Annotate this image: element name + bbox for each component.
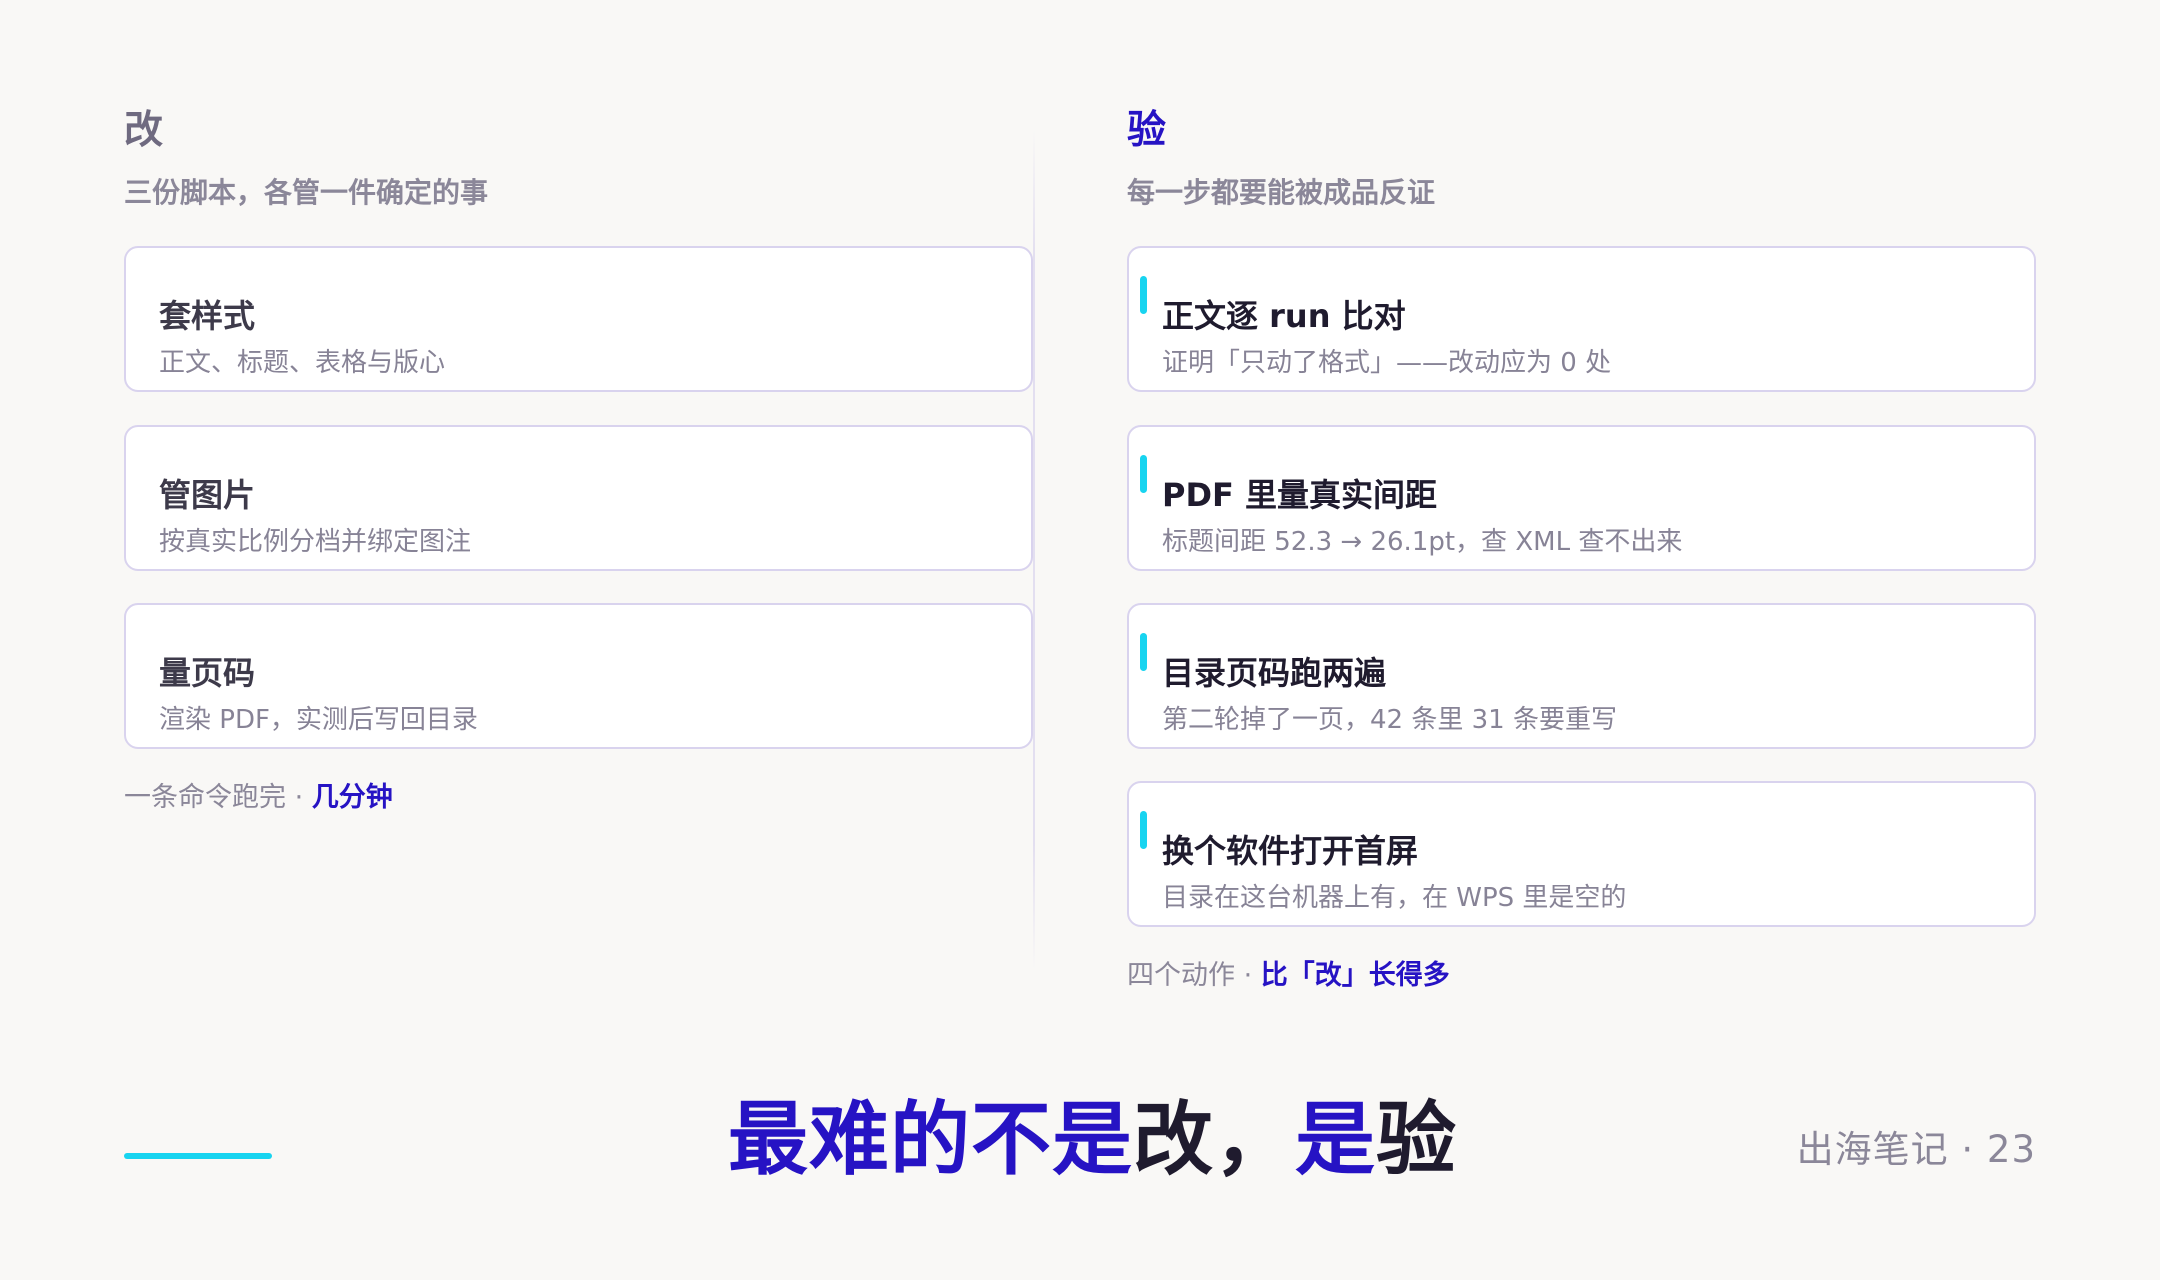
card-accent-bar: [1140, 811, 1147, 849]
accent-underline: [124, 1153, 272, 1159]
left-card-pages: 量页码 渲染 PDF，实测后写回目录: [124, 603, 1033, 749]
card-title: PDF 里量真实间距: [1162, 476, 1438, 514]
left-column-subtitle: 三份脚本，各管一件确定的事: [124, 176, 489, 209]
right-footer-highlight: 比「改」长得多: [1260, 960, 1450, 991]
card-desc: 证明「只动了格式」——改动应为 0 处: [1162, 348, 1612, 378]
right-footer-prefix: 四个动作 ·: [1127, 960, 1261, 991]
card-title: 量页码: [159, 654, 256, 692]
card-accent-bar: [1140, 276, 1147, 314]
card-accent-bar: [1140, 633, 1147, 671]
left-footer-prefix: 一条命令跑完 ·: [124, 782, 312, 813]
card-desc: 渲染 PDF，实测后写回目录: [159, 705, 478, 735]
column-divider: [1033, 130, 1035, 970]
card-title: 目录页码跑两遍: [1162, 654, 1387, 692]
right-column-footer: 四个动作 · 比「改」长得多: [1127, 958, 1450, 994]
headline-part-2: 改，: [1133, 1093, 1295, 1186]
card-desc: 按真实比例分档并绑定图注: [159, 527, 472, 557]
card-title: 正文逐 run 比对: [1162, 297, 1406, 335]
slide-headline: 最难的不是改，是验: [728, 1090, 1457, 1190]
right-card-pdf-spacing: PDF 里量真实间距 标题间距 52.3 → 26.1pt，查 XML 查不出来: [1127, 425, 2036, 571]
card-title: 管图片: [159, 476, 256, 514]
headline-part-1: 最难的不是: [728, 1093, 1133, 1186]
headline-part-4: 验: [1376, 1093, 1457, 1186]
left-column-title: 改: [124, 108, 164, 153]
right-card-toc-pages: 目录页码跑两遍 第二轮掉了一页，42 条里 31 条要重写: [1127, 603, 2036, 749]
right-card-other-software: 换个软件打开首屏 目录在这台机器上有，在 WPS 里是空的: [1127, 781, 2036, 927]
right-card-run-compare: 正文逐 run 比对 证明「只动了格式」——改动应为 0 处: [1127, 246, 2036, 392]
card-desc: 正文、标题、表格与版心: [159, 348, 446, 378]
card-accent-bar: [1140, 455, 1147, 493]
left-card-style: 套样式 正文、标题、表格与版心: [124, 246, 1033, 392]
right-column-subtitle: 每一步都要能被成品反证: [1127, 176, 1436, 209]
left-footer-highlight: 几分钟: [311, 782, 393, 813]
card-desc: 目录在这台机器上有，在 WPS 里是空的: [1162, 883, 1627, 913]
headline-part-3: 是: [1295, 1093, 1376, 1186]
right-column-title: 验: [1127, 108, 1167, 153]
card-title: 换个软件打开首屏: [1162, 832, 1419, 870]
card-title: 套样式: [159, 297, 256, 335]
card-desc: 第二轮掉了一页，42 条里 31 条要重写: [1162, 705, 1617, 735]
left-column-footer: 一条命令跑完 · 几分钟: [124, 780, 393, 816]
brand-page-number: 出海笔记 · 23: [1796, 1128, 2036, 1171]
card-desc: 标题间距 52.3 → 26.1pt，查 XML 查不出来: [1162, 527, 1683, 557]
left-card-images: 管图片 按真实比例分档并绑定图注: [124, 425, 1033, 571]
